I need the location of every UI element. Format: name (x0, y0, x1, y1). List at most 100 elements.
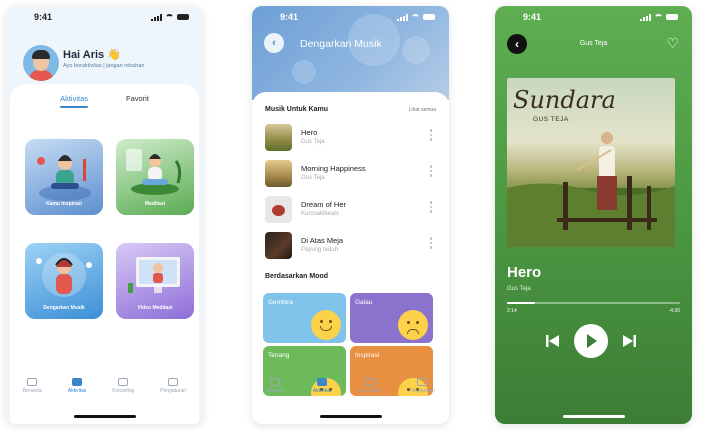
tile-meditasi[interactable]: Meditasi (116, 139, 194, 215)
see-all-link[interactable]: Lihat semua (409, 107, 436, 113)
list-item[interactable]: Dream of Her Kurosakibeats (265, 196, 436, 224)
nav-pengaturan[interactable]: Pengaturan (409, 378, 435, 402)
wifi-icon (165, 14, 174, 20)
next-track-icon[interactable] (621, 324, 639, 358)
status-icons (397, 13, 435, 21)
wave-icon: 👋 (107, 49, 121, 61)
tile-video-meditasi[interactable]: Video Meditasi (116, 243, 194, 319)
tile-label: Kamu Inspirasi (46, 201, 82, 207)
chat-icon (365, 378, 376, 386)
header-artist: Gus Teja (579, 40, 608, 47)
tab-aktivitas[interactable]: Aktivitas (60, 94, 88, 108)
song-title: Di Atas Meja (301, 236, 344, 245)
song-thumbnail (265, 196, 292, 223)
music-screen: 9:41 ‹ Dengarkan Musik Musik Untuk Kamu … (252, 6, 449, 424)
bottom-nav: Beranda Aktivitas Konseling Pengaturan (10, 378, 199, 402)
song-title: Hero (301, 128, 318, 137)
more-options-icon[interactable] (429, 129, 432, 141)
mood-galau[interactable]: Galau (350, 293, 433, 343)
music-body: Musik Untuk Kamu Lihat semua Hero Gus Te… (252, 92, 449, 424)
heart-icon[interactable]: ♡ (666, 36, 679, 50)
more-options-icon[interactable] (429, 165, 432, 177)
cover-artist: GUS TEJA (533, 116, 569, 123)
tile-kamu-inspirasi[interactable]: Kamu Inspirasi (25, 139, 103, 215)
mood-gembira[interactable]: Gembira (263, 293, 346, 343)
play-button[interactable] (574, 324, 608, 358)
mood-label: Tenang (268, 352, 290, 359)
home-indicator[interactable] (73, 415, 136, 418)
nav-konseling[interactable]: Konseling (112, 378, 134, 402)
chevron-left-icon: ‹ (272, 37, 276, 49)
tile-label: Meditasi (144, 201, 165, 207)
track-title: Hero (507, 264, 542, 281)
activity-card: Aktivitas Favorit Kamu Inspirasi Meditas… (10, 84, 199, 424)
signal-icon (151, 13, 162, 21)
album-cover: Sundara GUS TEJA (507, 78, 675, 247)
greeting-title: Hai Aris 👋 (63, 49, 121, 61)
song-thumbnail (265, 232, 292, 259)
tile-label: Video Meditasi (137, 305, 173, 311)
song-title: Dream of Her (301, 200, 347, 209)
home-icon (27, 378, 38, 386)
time-current: 2:14 (507, 308, 517, 314)
song-thumbnail (265, 160, 292, 187)
nav-beranda[interactable]: Beranda (23, 378, 42, 402)
list-item[interactable]: Hero Gus Teja (265, 124, 436, 152)
status-bar: 9:41 (6, 6, 203, 28)
activity-tabs: Aktivitas Favorit (10, 94, 199, 108)
more-options-icon[interactable] (429, 237, 432, 249)
nav-aktivitas[interactable]: Aktivitas (313, 378, 331, 402)
tile-dengarkan-musik[interactable]: Dengarkan Musik (25, 243, 103, 319)
previous-track-icon[interactable] (543, 324, 561, 358)
activity-icon (72, 378, 83, 386)
section-title-mood: Berdasarkan Mood (265, 273, 329, 280)
progress-fill (507, 302, 535, 304)
cover-title: Sundara (513, 86, 616, 114)
battery-icon (666, 14, 678, 20)
song-artist: Kurosakibeats (301, 211, 340, 217)
song-title: Morning Happiness (301, 164, 366, 173)
tab-favorit[interactable]: Favorit (126, 94, 149, 108)
back-button[interactable]: ‹ (264, 33, 284, 53)
list-item[interactable]: Morning Happiness Gus Teja (265, 160, 436, 188)
nav-aktivitas[interactable]: Aktivitas (68, 378, 86, 402)
nav-pengaturan[interactable]: Pengaturan (160, 378, 186, 402)
greeting-subtitle: Ayo beraktivitas | jangan rebahan (63, 63, 145, 69)
page-title: Dengarkan Musik (300, 38, 382, 50)
home-indicator[interactable] (319, 415, 382, 418)
time-remaining: -4:30 (668, 308, 680, 314)
nav-konseling[interactable]: Konseling (359, 378, 381, 402)
mood-label: Gembira (268, 299, 293, 306)
status-bar: 9:41 (495, 6, 692, 28)
status-icons (640, 13, 678, 21)
activity-icon (317, 378, 328, 386)
mood-label: Inspirasi (355, 352, 380, 359)
status-time: 9:41 (523, 12, 542, 22)
activity-screen: 9:41 Hai Aris 👋 Ayo beraktivitas | janga… (6, 6, 203, 424)
chat-icon (118, 378, 129, 386)
tile-label: Dengarkan Musik (43, 305, 85, 311)
player-screen: 9:41 ‹ Gus Teja ♡ Sundara GUS TEJA Hero … (495, 6, 692, 424)
mood-label: Galau (355, 299, 373, 306)
more-options-icon[interactable] (429, 201, 432, 213)
status-time: 9:41 (34, 12, 53, 22)
greeting-header: Hai Aris 👋 Ayo beraktivitas | jangan reb… (6, 28, 203, 90)
list-item[interactable]: Di Atas Meja Payung teduh (265, 232, 436, 260)
happy-emoji-icon (311, 310, 341, 340)
nav-beranda[interactable]: Beranda (266, 378, 285, 402)
song-thumbnail (265, 124, 292, 151)
battery-icon (423, 14, 435, 20)
signal-icon (397, 13, 408, 21)
status-bar: 9:41 (252, 6, 449, 28)
song-artist: Gus Teja (301, 175, 325, 181)
progress-bar[interactable] (507, 302, 680, 304)
status-icons (151, 13, 189, 21)
section-title-music: Musik Untuk Kamu (265, 106, 329, 113)
bottom-nav: Beranda Aktivitas Konseling Pengaturan (252, 378, 449, 402)
track-artist: Gus Teja (507, 286, 531, 292)
wifi-icon (654, 14, 663, 20)
home-indicator[interactable] (562, 415, 625, 418)
home-icon (270, 378, 281, 386)
battery-icon (177, 14, 189, 20)
avatar[interactable] (23, 45, 59, 81)
